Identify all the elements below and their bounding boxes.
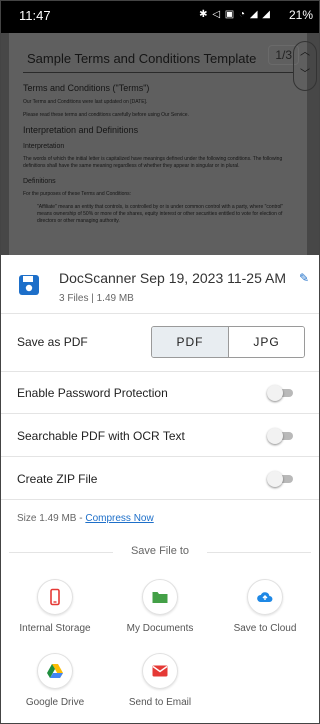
file-size-text: Size 1.49 MB - (17, 513, 86, 524)
doc-line: Please read these terms and conditions c… (23, 112, 189, 118)
destination-send-to-email[interactable]: Send to Email (110, 653, 210, 708)
save-file-icon (19, 275, 39, 295)
format-pdf-option[interactable]: PDF (152, 327, 229, 357)
zip-file-toggle[interactable] (267, 471, 295, 487)
file-size-row: Size 1.49 MB - Compress Now (17, 513, 154, 524)
app-screen: 11:47 ✱ ◁ ▣ ◔ ◢ ◢ 21% Sample Terms and C… (0, 0, 320, 724)
destination-label: My Documents (126, 623, 194, 634)
ocr-pdf-toggle[interactable] (267, 428, 295, 444)
format-jpg-option[interactable]: JPG (229, 327, 304, 357)
compress-now-link[interactable]: Compress Now (85, 513, 153, 524)
divider (1, 456, 319, 457)
status-time: 11:47 (19, 8, 51, 23)
destination-save-to-cloud[interactable]: Save to Cloud (215, 579, 315, 634)
doc-line: Our Terms and Conditions were last updat… (23, 99, 148, 105)
chevron-up-icon[interactable]: ︿ (294, 42, 316, 64)
divider (1, 371, 319, 372)
doc-subtitle: Terms and Conditions ("Terms") (23, 83, 150, 93)
save-bottom-sheet: DocScanner Sep 19, 2023 11-25 AM ✎ 3 Fil… (1, 255, 319, 723)
destination-google-drive[interactable]: Google Drive (5, 653, 105, 708)
document-preview[interactable]: Sample Terms and Conditions Template Ter… (1, 33, 319, 255)
divider (1, 413, 319, 414)
save-as-label: Save as PDF (17, 335, 88, 349)
password-protection-toggle[interactable] (267, 385, 295, 401)
divider (1, 313, 319, 314)
edit-name-icon[interactable]: ✎ (299, 271, 309, 285)
destination-label: Send to Email (128, 697, 192, 708)
cloud-upload-icon (257, 592, 273, 602)
destination-my-documents[interactable]: My Documents (110, 579, 210, 634)
ocr-pdf-label: Searchable PDF with OCR Text (17, 429, 185, 443)
document-page: Sample Terms and Conditions Template Ter… (9, 33, 307, 255)
email-icon (152, 665, 168, 677)
battery-level: 21% (288, 8, 313, 22)
save-file-to-label: Save File to (130, 545, 190, 557)
password-protection-label: Enable Password Protection (17, 386, 168, 400)
destination-label: Save to Cloud (233, 623, 297, 634)
status-icons: ✱ ◁ ▣ ◔ ◢ ◢ (199, 9, 271, 20)
doc-bullet: "Affiliate" means an entity that control… (37, 204, 284, 224)
save-file-to-header: Save File to (1, 545, 319, 557)
zip-file-label: Create ZIP File (17, 472, 98, 486)
destination-internal-storage[interactable]: Internal Storage (5, 579, 105, 634)
google-drive-icon (47, 664, 63, 678)
destination-label: Google Drive (25, 697, 85, 708)
file-name: DocScanner Sep 19, 2023 11-25 AM (59, 270, 287, 286)
doc-section: Interpretation and Definitions (23, 125, 139, 135)
chevron-down-icon[interactable]: ﹀ (294, 64, 316, 86)
folder-icon (152, 592, 168, 603)
doc-title: Sample Terms and Conditions Template (27, 51, 257, 66)
doc-subsection: Definitions (23, 178, 56, 185)
doc-paragraph: The words of which the initial letter is… (23, 156, 283, 169)
file-info: 3 Files | 1.49 MB (59, 293, 134, 304)
phone-icon (50, 588, 60, 606)
status-bar: 11:47 ✱ ◁ ▣ ◔ ◢ ◢ 21% (1, 1, 319, 33)
doc-paragraph: For the purposes of these Terms and Cond… (23, 191, 132, 197)
format-selector[interactable]: PDF JPG (151, 326, 305, 358)
destination-label: Internal Storage (19, 623, 91, 634)
divider (1, 499, 319, 500)
page-nav[interactable]: ︿ ﹀ (293, 41, 317, 91)
doc-subsection: Interpretation (23, 143, 65, 150)
